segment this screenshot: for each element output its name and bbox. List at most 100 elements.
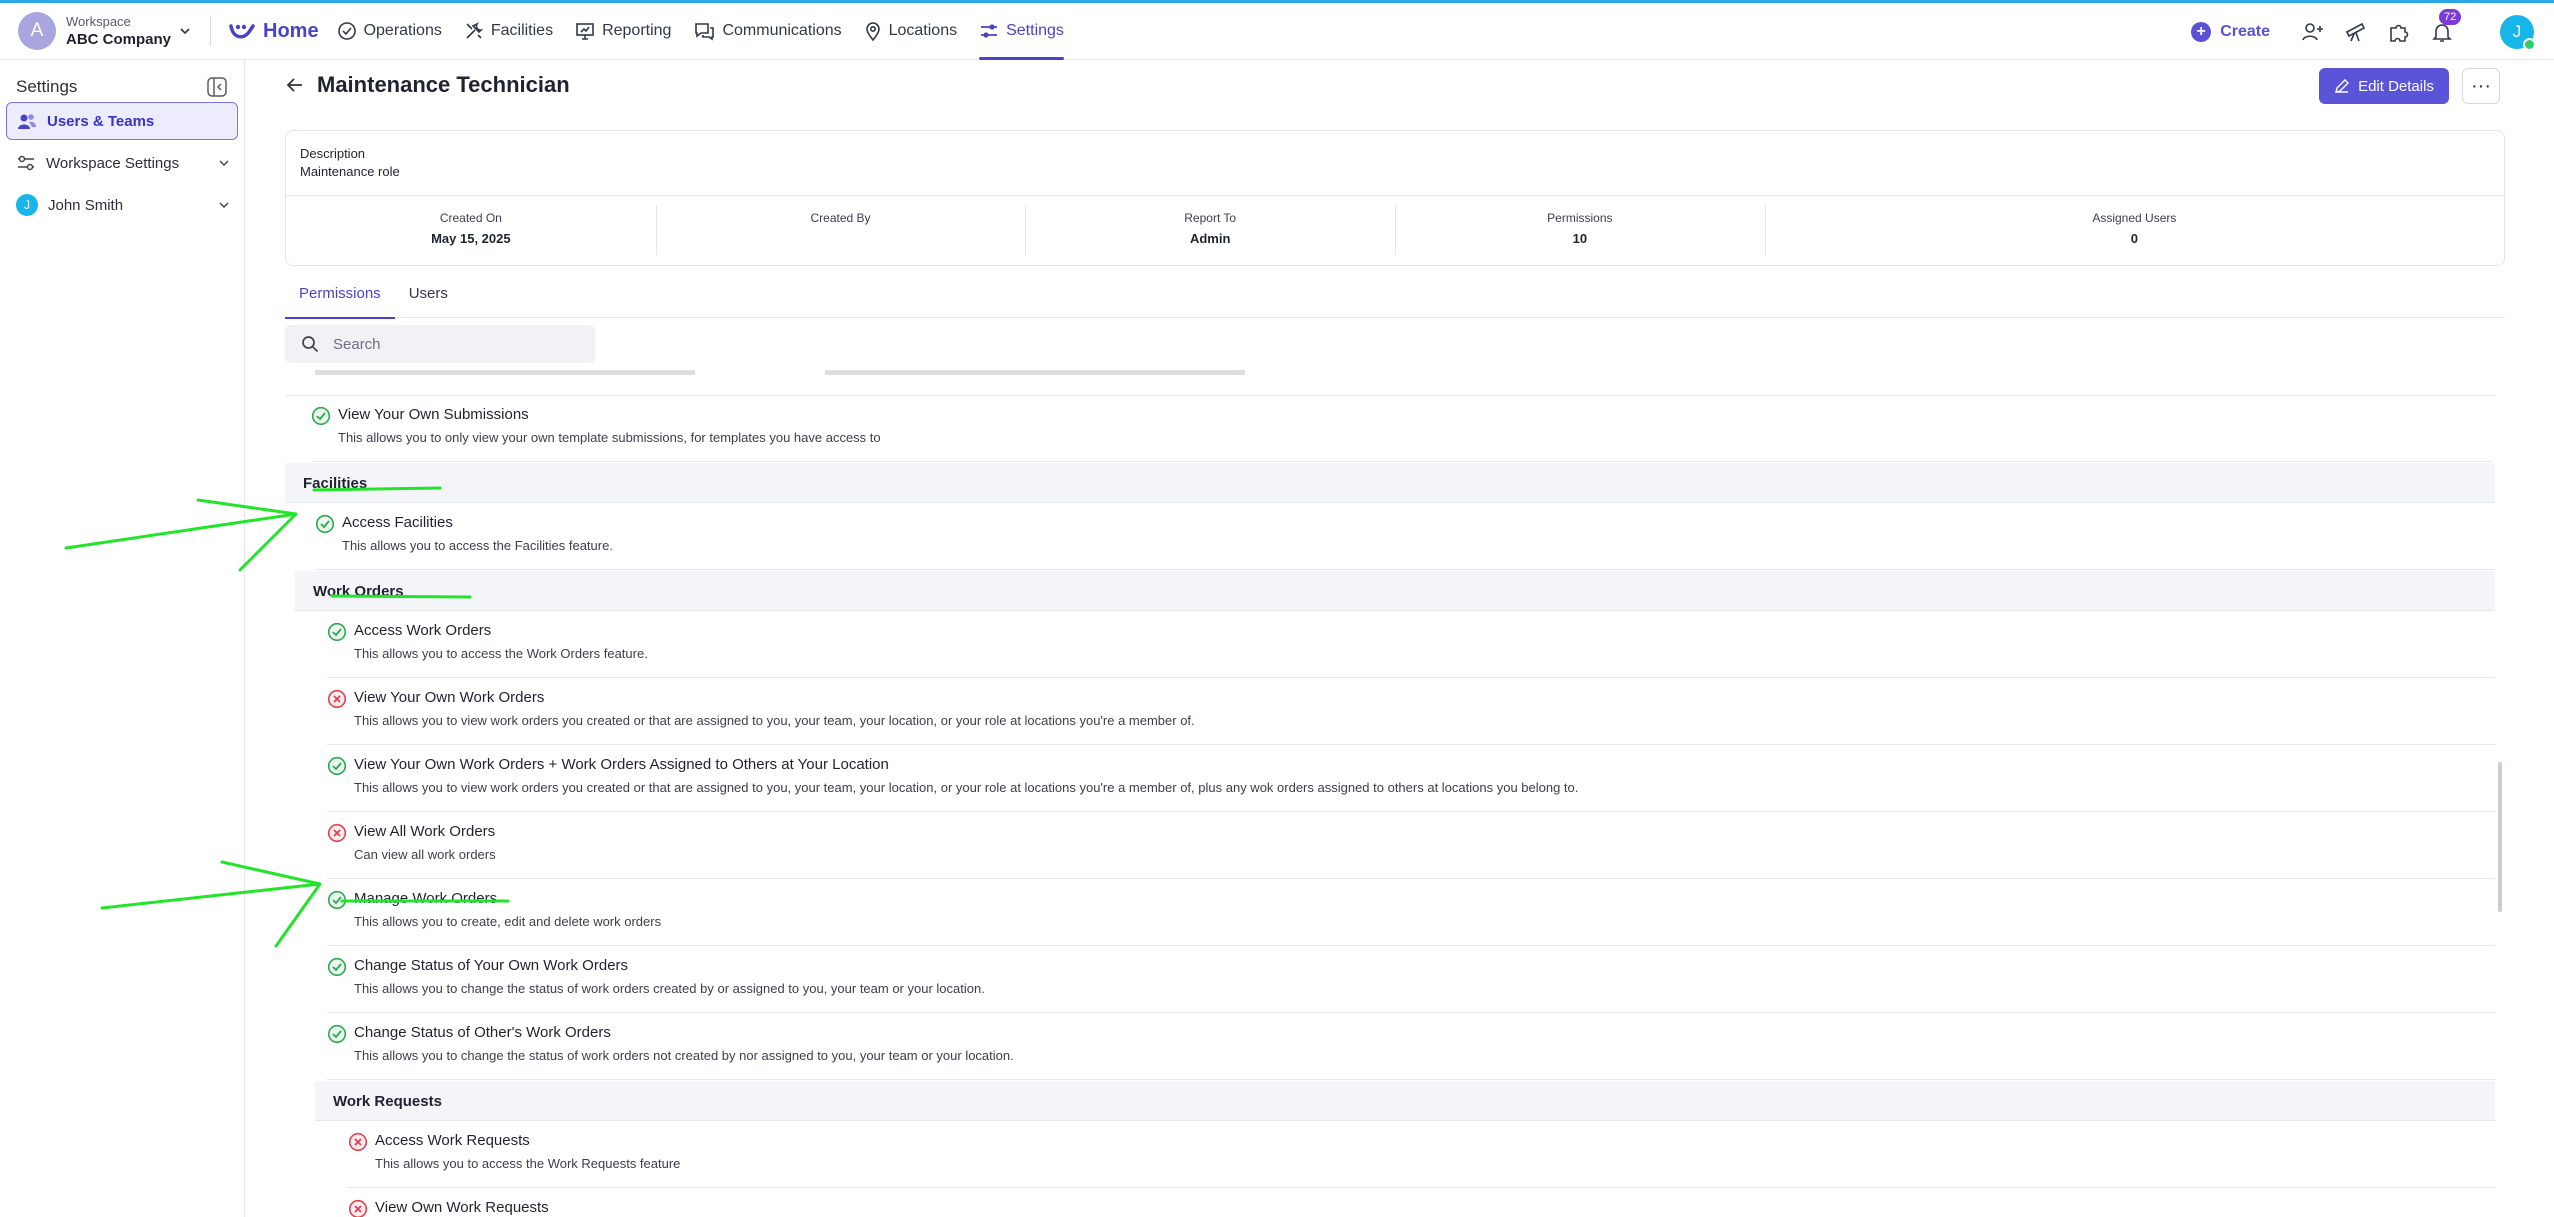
x-circle-icon (348, 1132, 368, 1152)
tab-users[interactable]: Users (395, 272, 462, 318)
create-button[interactable]: + Create (2191, 21, 2270, 42)
collapse-sidebar-icon[interactable] (206, 76, 228, 98)
permission-row: Access Facilities This allows you to acce… (315, 504, 2495, 570)
permission-section-header: Facilities (285, 463, 2495, 503)
stat-value: 0 (2130, 231, 2138, 246)
app-window: A Workspace ABC Company Home Operations … (0, 0, 2554, 1217)
nav-facilities-label: Facilities (490, 22, 554, 39)
permission-description: This allows you to access the Work Order… (354, 646, 648, 661)
permission-row: View Your Own Work Orders + Work Orders … (327, 746, 2495, 812)
check-circle-icon (327, 957, 347, 977)
permission-title: Access Work Requests (375, 1132, 530, 1149)
permission-title: Manage Work Orders (354, 890, 498, 907)
clipped-row (285, 370, 2495, 396)
stat-report-to: Report To Admin (1025, 195, 1395, 267)
permission-row: View All Work Orders Can view all work or… (327, 813, 2495, 879)
telescope-icon[interactable] (2343, 19, 2369, 45)
nav-divider (210, 16, 211, 46)
page-title: Maintenance Technician (317, 72, 570, 97)
puzzle-icon[interactable] (2386, 19, 2412, 45)
section-title: Work Requests (333, 1093, 442, 1110)
nav-operations-label: Operations (363, 22, 442, 39)
nav-settings-label: Settings (1006, 22, 1064, 39)
stat-created-by: Created By (655, 195, 1026, 267)
plus-icon: + (2191, 21, 2212, 42)
permission-description: This allows you to access the Work Reque… (375, 1156, 681, 1171)
sidebar-item-label: John Smith (48, 196, 124, 214)
check-circle-icon (327, 622, 347, 642)
users-icon (18, 114, 36, 129)
scrollbar-thumb[interactable] (2498, 762, 2502, 912)
create-label: Create (2220, 22, 2270, 40)
check-circle-icon (327, 756, 347, 776)
nav-operations[interactable]: Operations (337, 3, 442, 60)
permission-row: Manage Work Orders This allows you to cre… (327, 880, 2495, 946)
bell-icon[interactable]: 72 (2429, 8, 2462, 45)
sliders-icon (18, 155, 34, 171)
stat-label: Assigned Users (2092, 211, 2177, 225)
stat-permissions: Permissions 10 (1395, 195, 1765, 267)
role-details-card: Description Maintenance role Created On … (285, 130, 2505, 266)
edit-details-button[interactable]: Edit Details (2319, 68, 2449, 104)
nav-locations-label: Locations (888, 22, 958, 39)
nav-facilities[interactable]: Facilities (464, 3, 553, 60)
stat-assigned-users: Assigned Users 0 (1764, 195, 2504, 267)
permission-row: View Own Work Requests (348, 1189, 2495, 1217)
sidebar-item-john-smith[interactable]: J John Smith (6, 186, 238, 224)
permission-row: Access Work Requests This allows you to a… (348, 1122, 2495, 1188)
permission-title: Change Status of Your Own Work Orders (354, 957, 629, 974)
pencil-icon (2335, 79, 2350, 93)
add-user-icon[interactable] (2300, 19, 2326, 45)
permission-description: This allows you to change the status of … (354, 981, 985, 996)
permission-title: View Your Own Work Orders (354, 689, 545, 706)
nav-communications-label: Communications (722, 22, 842, 39)
x-circle-icon (348, 1199, 368, 1217)
back-arrow-icon[interactable] (285, 75, 305, 95)
sidebar-item-label: Workspace Settings (46, 154, 180, 172)
stat-created-on: Created On May 15, 2025 (286, 195, 656, 267)
permission-description: This allows you to create, edit and dele… (354, 914, 662, 929)
more-options-button[interactable]: ··· (2462, 68, 2500, 104)
user-avatar[interactable]: J (2500, 14, 2536, 51)
chat-icon (695, 23, 715, 41)
stat-value: May 15, 2025 (431, 231, 511, 246)
settings-sidebar: Settings Users & Teams Workspace Setting… (0, 60, 245, 1217)
description-label: Description (300, 146, 366, 161)
stat-label: Permissions (1547, 211, 1613, 225)
chevron-down-icon (180, 28, 190, 35)
check-circle-icon (337, 22, 356, 40)
permission-title: View All Work Orders (354, 823, 496, 840)
permission-row: View Your Own Submissions This allows you… (311, 396, 2493, 462)
search-icon (302, 336, 319, 353)
workspace-avatar: A (18, 12, 56, 50)
check-circle-icon (327, 890, 347, 910)
tab-permissions[interactable]: Permissions (285, 272, 395, 319)
permission-title: Access Work Orders (354, 622, 492, 639)
stat-value: Admin (1189, 231, 1231, 246)
sidebar-item-workspace-settings[interactable]: Workspace Settings (6, 144, 238, 182)
permission-row: Access Work Orders This allows you to acc… (327, 612, 2495, 678)
search-input[interactable] (333, 335, 573, 353)
avatar: J (16, 194, 38, 216)
workspace-label: Workspace (66, 14, 131, 29)
workspace-switcher[interactable]: A Workspace ABC Company (18, 12, 204, 50)
tools-icon (466, 22, 484, 39)
sidebar-item-users-teams[interactable]: Users & Teams (6, 102, 238, 140)
top-navigation-bar: A Workspace ABC Company Home Operations … (0, 0, 2554, 60)
nav-locations[interactable]: Locations (864, 3, 958, 60)
presentation-chart-icon (576, 23, 594, 40)
x-circle-icon (327, 689, 347, 709)
main-content: Maintenance Technician Edit Details ··· … (245, 60, 2554, 1217)
section-title: Facilities (303, 475, 368, 492)
description-value: Maintenance role (300, 164, 400, 179)
permission-description: This allows you to only view your own te… (338, 430, 881, 445)
edit-details-label: Edit Details (2358, 77, 2434, 95)
toggles-icon (981, 24, 998, 38)
nav-reporting[interactable]: Reporting (575, 3, 671, 60)
nav-communications[interactable]: Communications (693, 3, 842, 60)
notification-badge: 72 (2439, 8, 2462, 25)
nav-settings[interactable]: Settings (979, 3, 1064, 60)
permission-description: This allows you to view work orders you … (354, 780, 1579, 795)
permission-description: This allows you to change the status of … (354, 1048, 1014, 1063)
nav-home[interactable]: Home (229, 20, 319, 43)
